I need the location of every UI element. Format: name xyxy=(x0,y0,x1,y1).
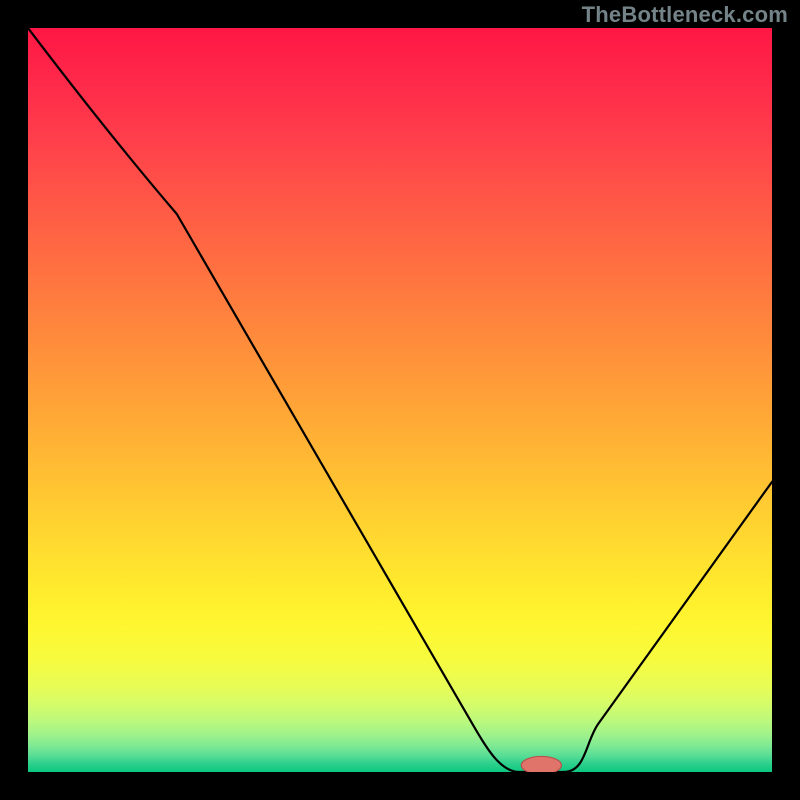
optimal-marker xyxy=(521,756,561,772)
bottleneck-plot xyxy=(28,28,772,772)
chart-frame: TheBottleneck.com xyxy=(0,0,800,800)
plot-background xyxy=(28,28,772,772)
watermark-text: TheBottleneck.com xyxy=(582,2,788,28)
